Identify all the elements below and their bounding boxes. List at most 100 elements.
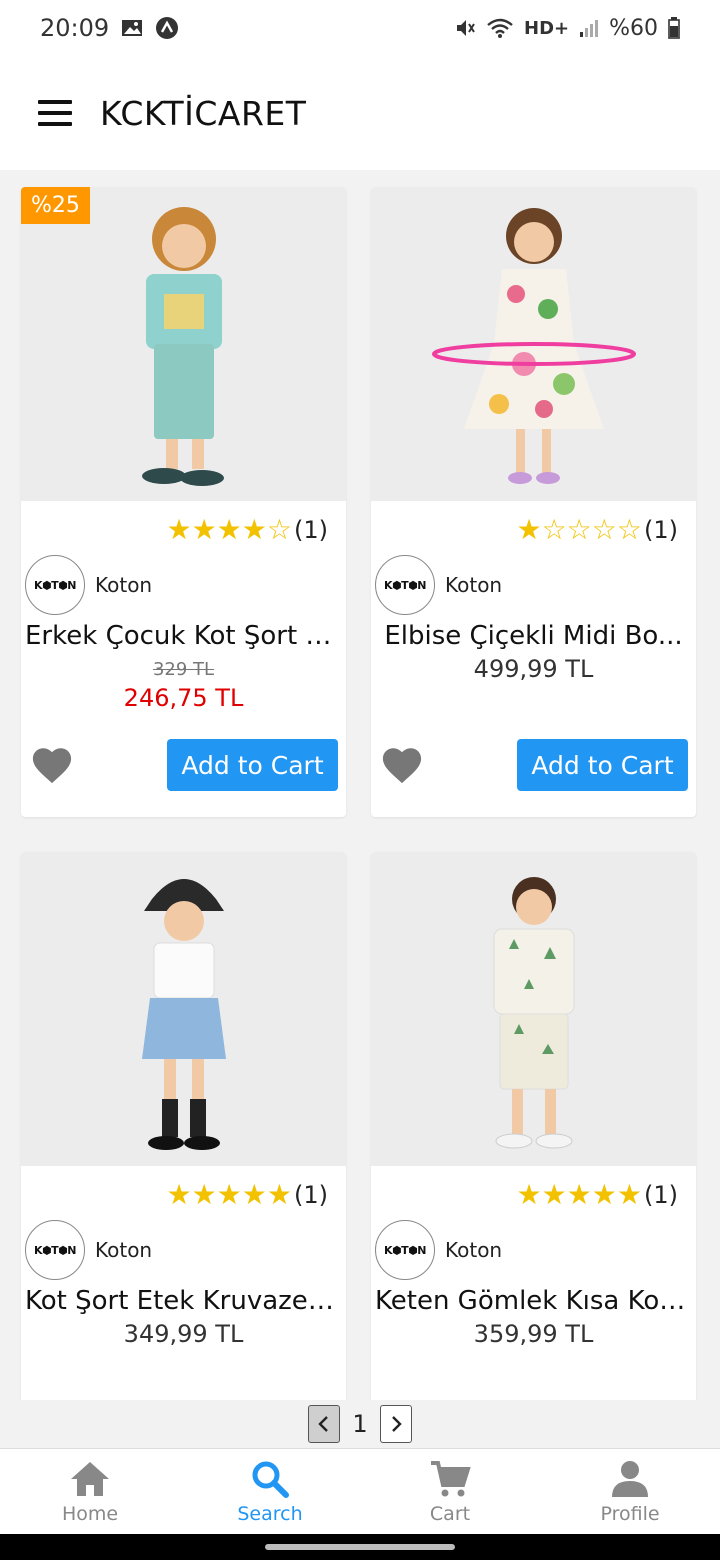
star-filled-icon: ★ [191, 1178, 217, 1211]
gallery-icon [121, 18, 143, 38]
favorite-heart-icon[interactable] [29, 744, 75, 786]
star-filled-icon: ★ [166, 1178, 192, 1211]
product-card[interactable]: ★ ★ ★ ★ ★ (1) K⬢T⬢N Koton Kot Şort Etek Kruv… [21, 852, 346, 1448]
product-image[interactable] [371, 852, 696, 1166]
star-filled-icon: ★ [241, 1178, 267, 1211]
rating-count: (1) [294, 1181, 328, 1209]
product-card[interactable]: ★ ★ ★ ★ ★ (1) K⬢T⬢N Koton Keten Gömlek Kısa … [371, 852, 696, 1448]
rating-count: (1) [294, 516, 328, 544]
star-filled-icon: ★ [566, 1178, 592, 1211]
wifi-icon [486, 17, 514, 39]
star-filled-icon: ★ [591, 1178, 617, 1211]
rating-count: (1) [644, 1181, 678, 1209]
nav-label: Search [237, 1503, 303, 1525]
star-empty-icon: ☆ [591, 513, 617, 546]
chevron-right-icon [391, 1416, 402, 1432]
product-card[interactable]: ★ ☆ ☆ ☆ ☆ (1) K⬢T⬢N Koton Elbise Çiçekli Mid… [371, 187, 696, 817]
product-rating: ★ ★ ★ ★ ★ (1) [21, 1166, 346, 1224]
product-price: 359,99 TL [473, 1320, 594, 1348]
star-filled-icon: ★ [216, 513, 242, 546]
product-name[interactable]: Erkek Çocuk Kot Şort Cep... [21, 611, 346, 651]
product-price: 246,75 TL [123, 684, 244, 712]
brand-name: Koton [95, 1238, 153, 1262]
product-rating: ★ ☆ ☆ ☆ ☆ (1) [371, 501, 696, 559]
star-filled-icon: ★ [541, 1178, 567, 1211]
profile-icon [612, 1461, 648, 1497]
chevron-left-icon [318, 1416, 329, 1432]
current-page: 1 [352, 1410, 368, 1438]
nav-home[interactable]: Home [0, 1449, 180, 1535]
battery-icon [668, 17, 680, 39]
nav-label: Cart [429, 1503, 471, 1525]
product-image[interactable] [21, 852, 346, 1166]
nav-profile[interactable]: Profile [540, 1449, 720, 1535]
star-filled-icon: ★ [266, 1178, 292, 1211]
signal-icon [579, 18, 599, 38]
rating-stars: ★ ★ ★ ★ ★ [166, 1181, 292, 1209]
previous-page-button[interactable] [308, 1405, 341, 1443]
home-icon [71, 1462, 109, 1496]
brand-name: Koton [95, 573, 153, 597]
star-empty-icon: ☆ [266, 513, 292, 546]
next-page-button[interactable] [379, 1405, 412, 1443]
star-empty-icon: ☆ [541, 513, 567, 546]
product-grid: %25 ★ ★ ★ ★ ☆ (1) K⬢T⬢N Koton Erkek Çocuk Ko… [0, 170, 720, 1448]
product-image[interactable] [371, 187, 696, 501]
add-to-cart-button[interactable]: Add to Cart [167, 739, 338, 791]
product-name[interactable]: Keten Gömlek Kısa Koll... [371, 1276, 696, 1316]
battery-percent: %60 [609, 15, 658, 41]
card-actions: Add to Cart [371, 739, 696, 791]
brand-logo: K⬢T⬢N [25, 555, 85, 615]
product-price: 499,99 TL [473, 655, 594, 683]
star-empty-icon: ☆ [566, 513, 592, 546]
rating-stars: ★ ★ ★ ★ ★ [516, 1181, 642, 1209]
star-filled-icon: ★ [166, 513, 192, 546]
brand-logo: K⬢T⬢N [375, 1220, 435, 1280]
favorite-heart-icon[interactable] [379, 744, 425, 786]
brand-row: K⬢T⬢N Koton [371, 1220, 696, 1280]
rating-stars: ★ ★ ★ ★ ☆ [166, 516, 292, 544]
mute-icon [454, 17, 476, 39]
brand-logo: K⬢T⬢N [25, 1220, 85, 1280]
app-bar: KCKTİCARET [0, 56, 720, 170]
product-price: 349,99 TL [123, 1320, 244, 1348]
nav-search[interactable]: Search [180, 1449, 360, 1535]
brand-row: K⬢T⬢N Koton [21, 555, 346, 615]
star-filled-icon: ★ [191, 513, 217, 546]
search-icon [252, 1461, 289, 1498]
card-actions: Add to Cart [21, 739, 346, 791]
menu-icon[interactable] [38, 100, 72, 126]
app-title: KCKTİCARET [100, 93, 307, 133]
product-rating: ★ ★ ★ ★ ☆ (1) [21, 501, 346, 559]
product-image[interactable]: %25 [21, 187, 346, 501]
product-name[interactable]: Kot Şort Etek Kruvaze Cepli [21, 1276, 346, 1316]
status-bar: 20:09 HD+ %60 [0, 0, 720, 56]
network-type: HD+ [524, 17, 570, 39]
product-card[interactable]: %25 ★ ★ ★ ★ ☆ (1) K⬢T⬢N Koton Erkek Çocuk Ko… [21, 187, 346, 817]
rating-stars: ★ ☆ ☆ ☆ ☆ [516, 516, 642, 544]
home-gesture-pill[interactable] [265, 1544, 455, 1550]
star-empty-icon: ☆ [616, 513, 642, 546]
add-to-cart-button[interactable]: Add to Cart [517, 739, 688, 791]
brand-row: K⬢T⬢N Koton [21, 1220, 346, 1280]
status-time: 20:09 [40, 14, 110, 42]
gesture-bar [0, 1534, 720, 1560]
bottom-nav: Home Search Cart Profile [0, 1448, 720, 1534]
nav-label: Profile [600, 1503, 660, 1525]
star-filled-icon: ★ [516, 513, 542, 546]
app-notification-icon [155, 16, 179, 40]
star-filled-icon: ★ [516, 1178, 542, 1211]
cart-icon [431, 1461, 471, 1497]
star-filled-icon: ★ [241, 513, 267, 546]
pagination: 1 [0, 1400, 720, 1448]
rating-count: (1) [644, 516, 678, 544]
product-rating: ★ ★ ★ ★ ★ (1) [371, 1166, 696, 1224]
brand-logo: K⬢T⬢N [375, 555, 435, 615]
brand-name: Koton [445, 1238, 503, 1262]
star-filled-icon: ★ [616, 1178, 642, 1211]
product-name[interactable]: Elbise Çiçekli Midi Bo... [371, 611, 696, 651]
brand-name: Koton [445, 573, 503, 597]
old-price: 329 TL [152, 659, 215, 680]
nav-label: Home [61, 1503, 119, 1525]
nav-cart[interactable]: Cart [360, 1449, 540, 1535]
